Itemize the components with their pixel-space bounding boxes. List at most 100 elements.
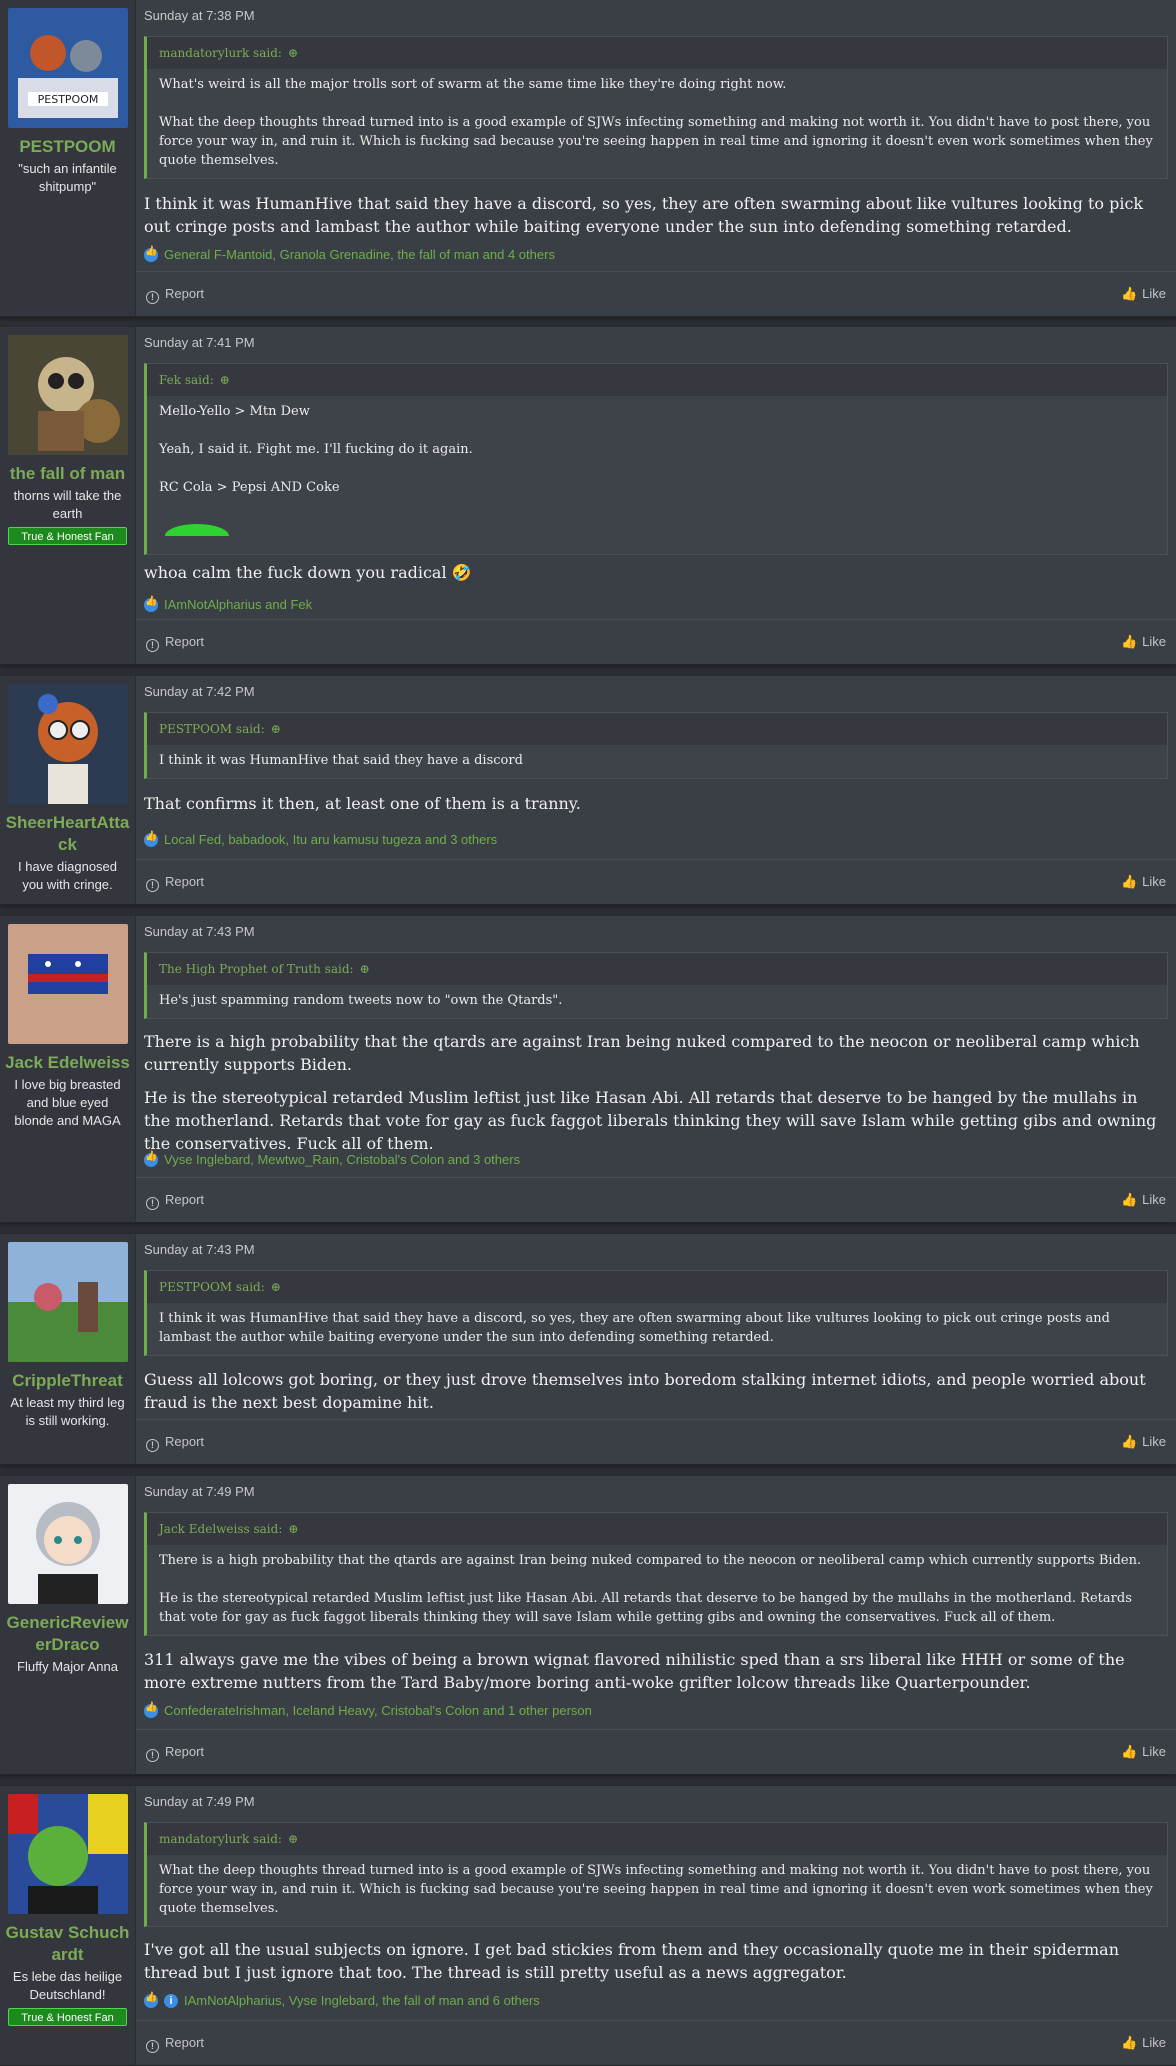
- quote-author[interactable]: Fek said:: [159, 373, 214, 387]
- report-icon: !: [146, 879, 159, 892]
- report-icon: !: [146, 291, 159, 304]
- post-timestamp[interactable]: Sunday at 7:49 PM: [144, 1484, 255, 1499]
- quote-author[interactable]: mandatorylurk said:: [159, 1832, 282, 1846]
- jump-up-icon[interactable]: ⊕: [288, 1513, 298, 1545]
- post: SheerHeartAttack I have diagnosed you wi…: [0, 676, 1176, 905]
- jump-up-icon[interactable]: ⊕: [220, 364, 230, 396]
- avatar[interactable]: [8, 1242, 128, 1362]
- report-button[interactable]: ! Report: [146, 1192, 204, 1210]
- reactions-text[interactable]: Vyse Inglebard, Mewtwo_Rain, Cristobal's…: [164, 1152, 520, 1167]
- like-button[interactable]: 👍 Like: [1121, 1744, 1166, 1760]
- post-footer: ! Report 👍 Like: [136, 619, 1176, 664]
- username[interactable]: Gustav Schuchardt: [0, 1922, 135, 1966]
- like-button[interactable]: 👍 Like: [1121, 286, 1166, 302]
- username[interactable]: CrippleThreat: [0, 1370, 135, 1392]
- username[interactable]: GenericReviewerDraco: [0, 1612, 135, 1656]
- report-label: Report: [165, 634, 205, 649]
- thumbs-up-icon: 👍: [1120, 2035, 1138, 2050]
- username[interactable]: Jack Edelweiss: [0, 1052, 135, 1074]
- post-message: I've got all the usual subjects on ignor…: [144, 1938, 1168, 1994]
- reactions-text[interactable]: Local Fed, babadook, Itu aru kamusu tuge…: [164, 832, 497, 847]
- report-label: Report: [165, 1434, 205, 1449]
- reactions-bar[interactable]: Local Fed, babadook, Itu aru kamusu tuge…: [144, 831, 497, 847]
- reactions-text[interactable]: ConfederateIrishman, Iceland Heavy, Cris…: [164, 1703, 592, 1718]
- post-timestamp[interactable]: Sunday at 7:42 PM: [144, 684, 255, 699]
- reactions-text[interactable]: IAmNotAlpharius and Fek: [164, 597, 312, 612]
- quote-block: Jack Edelweiss said: ⊕ There is a high pr…: [144, 1512, 1168, 1636]
- jump-up-icon[interactable]: ⊕: [271, 713, 281, 745]
- like-button[interactable]: 👍 Like: [1121, 634, 1166, 650]
- jump-up-icon[interactable]: ⊕: [271, 1271, 281, 1303]
- report-label: Report: [165, 1192, 205, 1207]
- reactions-text[interactable]: IAmNotAlpharius, Vyse Inglebard, the fal…: [184, 1993, 540, 2008]
- quote-body: There is a high probability that the qta…: [147, 1545, 1167, 1635]
- avatar[interactable]: [8, 1794, 128, 1914]
- message-text: I think it was HumanHive that said they …: [144, 194, 1144, 236]
- thumbs-up-icon: 👍: [1120, 286, 1138, 301]
- quote-block: PESTPOOM said: ⊕ I think it was HumanHive…: [144, 1270, 1168, 1356]
- quote-author[interactable]: PESTPOOM said:: [159, 722, 265, 736]
- like-button[interactable]: 👍 Like: [1121, 2035, 1166, 2051]
- quote-body: What the deep thoughts thread turned int…: [147, 1855, 1167, 1926]
- reactions-bar[interactable]: i IAmNotAlpharius, Vyse Inglebard, the f…: [144, 1992, 540, 2008]
- report-button[interactable]: ! Report: [146, 874, 204, 892]
- user-panel: SheerHeartAttack I have diagnosed you wi…: [0, 676, 136, 904]
- post-timestamp[interactable]: Sunday at 7:43 PM: [144, 1242, 255, 1257]
- report-button[interactable]: ! Report: [146, 1744, 204, 1762]
- reactions-bar[interactable]: General F-Mantoid, Granola Grenadine, th…: [144, 246, 555, 262]
- report-button[interactable]: ! Report: [146, 2035, 204, 2053]
- username[interactable]: PESTPOOM: [0, 136, 135, 158]
- jump-up-icon[interactable]: ⊕: [360, 953, 370, 985]
- message-text: whoa calm the fuck down you radical 🤣: [144, 563, 472, 582]
- message-text: That confirms it then, at least one of t…: [144, 794, 581, 813]
- avatar[interactable]: PESTPOOM: [8, 8, 128, 128]
- quote-block: PESTPOOM said: ⊕ I think it was HumanHive…: [144, 712, 1168, 779]
- jump-up-icon[interactable]: ⊕: [288, 37, 298, 69]
- quote-text: I think it was HumanHive that said they …: [159, 1311, 1110, 1345]
- post-timestamp[interactable]: Sunday at 7:43 PM: [144, 924, 255, 939]
- green-blob-image: [165, 524, 229, 536]
- like-button[interactable]: 👍 Like: [1121, 874, 1166, 890]
- reactions-bar[interactable]: IAmNotAlpharius and Fek: [144, 596, 312, 612]
- post: CrippleThreat At least my third leg is s…: [0, 1234, 1176, 1465]
- post-message: Guess all lolcows got boring, or they ju…: [144, 1368, 1168, 1424]
- like-reaction-icon: [144, 831, 158, 847]
- like-label: Like: [1142, 286, 1166, 301]
- quote-author[interactable]: PESTPOOM said:: [159, 1280, 265, 1294]
- avatar[interactable]: [8, 335, 128, 455]
- avatar[interactable]: [8, 924, 128, 1044]
- post-timestamp[interactable]: Sunday at 7:41 PM: [144, 335, 255, 350]
- jump-up-icon[interactable]: ⊕: [288, 1823, 298, 1855]
- username[interactable]: SheerHeartAttack: [0, 812, 135, 856]
- reactions-bar[interactable]: Vyse Inglebard, Mewtwo_Rain, Cristobal's…: [144, 1151, 520, 1167]
- reactions-bar[interactable]: ConfederateIrishman, Iceland Heavy, Cris…: [144, 1702, 592, 1718]
- post: Gustav Schuchardt Es lebe das heilige De…: [0, 1786, 1176, 2066]
- report-icon: !: [146, 1439, 159, 1452]
- post-footer: ! Report 👍 Like: [136, 859, 1176, 904]
- like-reaction-icon: [144, 596, 158, 612]
- post-timestamp[interactable]: Sunday at 7:49 PM: [144, 1794, 255, 1809]
- quote-author[interactable]: The High Prophet of Truth said:: [159, 962, 354, 976]
- post-timestamp[interactable]: Sunday at 7:38 PM: [144, 8, 255, 23]
- like-button[interactable]: 👍 Like: [1121, 1192, 1166, 1208]
- quote-body: What's weird is all the major trolls sor…: [147, 69, 1167, 178]
- report-icon: !: [146, 1197, 159, 1210]
- quote-text: RC Cola > Pepsi AND Coke: [159, 480, 340, 495]
- user-panel: PESTPOOM PESTPOOM "such an infantile shi…: [0, 0, 136, 316]
- username[interactable]: the fall of man: [0, 463, 135, 485]
- user-badge: True & Honest Fan: [8, 527, 127, 545]
- svg-text:PESTPOOM: PESTPOOM: [38, 93, 99, 106]
- report-button[interactable]: ! Report: [146, 1434, 204, 1452]
- quote-author[interactable]: Jack Edelweiss said:: [159, 1522, 282, 1536]
- avatar[interactable]: [8, 1484, 128, 1604]
- report-button[interactable]: ! Report: [146, 634, 204, 652]
- like-label: Like: [1142, 634, 1166, 649]
- quote-author[interactable]: mandatorylurk said:: [159, 46, 282, 60]
- reactions-text[interactable]: General F-Mantoid, Granola Grenadine, th…: [164, 247, 555, 262]
- quote-block: mandatorylurk said: ⊕ What's weird is all…: [144, 36, 1168, 179]
- quote-body: Mello-Yello > Mtn Dew Yeah, I said it. F…: [147, 396, 1167, 554]
- like-button[interactable]: 👍 Like: [1121, 1434, 1166, 1450]
- avatar[interactable]: [8, 684, 128, 804]
- like-reaction-icon: [144, 1151, 158, 1167]
- report-button[interactable]: ! Report: [146, 286, 204, 304]
